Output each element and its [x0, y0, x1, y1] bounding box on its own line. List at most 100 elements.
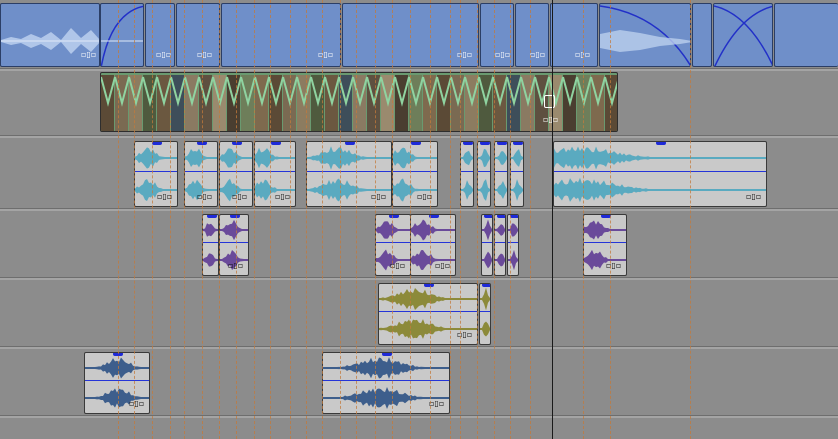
video-clip-strip[interactable]: ▫▯▫ — [100, 72, 618, 132]
effects-icon[interactable]: ▫▯▫ — [746, 192, 761, 201]
track-1-master-audio[interactable]: ▫▯▫ ▫▯▫ ▫▯▫ ▫▯▫ ▫▯▫ ▫▯▫ ▫▯▫ ▫▯▫ — [0, 0, 838, 68]
volume-envelope[interactable] — [255, 171, 295, 172]
volume-envelope[interactable] — [220, 242, 248, 243]
effects-icon[interactable]: ▫▯▫ — [606, 261, 621, 270]
timeline[interactable]: ▫▯▫ ▫▯▫ ▫▯▫ ▫▯▫ ▫▯▫ ▫▯▫ ▫▯▫ ▫▯▫ ▫▯▫ ▫▯▫ … — [0, 0, 838, 439]
effects-icon[interactable]: ▫▯▫ — [197, 50, 212, 59]
channel-center-line — [482, 260, 492, 261]
effects-icon[interactable]: ▫▯▫ — [530, 50, 545, 59]
top-audio-clip-crossfade[interactable] — [713, 3, 773, 67]
purple-audio-clip-2[interactable]: ▫▯▫ — [219, 214, 249, 276]
purple-audio-clip-8[interactable]: ▫▯▫ — [583, 214, 627, 276]
effects-icon[interactable]: ▫▯▫ — [417, 192, 432, 201]
volume-envelope[interactable] — [85, 380, 149, 381]
channel-center-line — [461, 158, 473, 159]
track-divider[interactable] — [0, 415, 838, 418]
channel-left — [554, 142, 766, 174]
top-audio-clip-tail[interactable] — [774, 3, 838, 67]
top-audio-clip-a[interactable]: ▫▯▫ — [0, 3, 100, 67]
clip-gain-handle[interactable] — [513, 142, 523, 145]
volume-envelope[interactable] — [480, 311, 490, 312]
clip-gain-handle[interactable] — [424, 284, 434, 287]
olive-audio-clip-2[interactable] — [479, 283, 491, 345]
effects-icon[interactable]: ▫▯▫ — [543, 115, 558, 124]
teal-audio-clip-11[interactable]: ▫▯▫ — [553, 141, 767, 207]
effects-icon[interactable]: ▫▯▫ — [575, 50, 590, 59]
effects-icon[interactable]: ▫▯▫ — [156, 50, 171, 59]
clip-gain-handle[interactable] — [230, 215, 240, 218]
clip-gain-handle[interactable] — [656, 142, 666, 145]
clip-gain-handle[interactable] — [484, 215, 492, 218]
channel-right — [495, 174, 507, 206]
channel-center-line — [584, 230, 626, 231]
cue-line — [254, 0, 256, 439]
volume-envelope[interactable] — [584, 242, 626, 243]
volume-envelope[interactable] — [482, 242, 492, 243]
effects-icon[interactable]: ▫▯▫ — [275, 192, 290, 201]
teal-audio-clip-2[interactable]: ▫▯▫ — [184, 141, 218, 207]
clip-gain-handle[interactable] — [271, 142, 281, 145]
clip-gain-handle[interactable] — [382, 353, 392, 356]
purple-audio-clip-1[interactable] — [202, 214, 219, 276]
volume-envelope[interactable] — [478, 171, 490, 172]
effects-icon[interactable]: ▫▯▫ — [81, 50, 96, 59]
clip-gain-handle[interactable] — [345, 142, 355, 145]
track-3-audio[interactable]: ▫▯▫ ▫▯▫ ▫▯▫ ▫▯▫ ▫▯▫ ▫▯▫ ▫▯▫ — [0, 138, 838, 208]
effects-icon[interactable]: ▫▯▫ — [197, 192, 212, 201]
cue-line — [460, 0, 462, 439]
volume-envelope[interactable] — [495, 242, 505, 243]
effects-icon[interactable]: ▫▯▫ — [435, 261, 450, 270]
channel-center-line — [461, 190, 473, 191]
volume-envelope[interactable] — [511, 171, 523, 172]
teal-audio-clip-7[interactable] — [460, 141, 474, 207]
purple-audio-clip-5[interactable] — [481, 214, 493, 276]
navy-audio-clip-1[interactable]: ▫▯▫ — [84, 352, 150, 414]
track-4-audio[interactable]: ▫▯▫ ▫▯▫ ▫▯▫ ▫▯▫ — [0, 211, 838, 277]
channel-center-line — [482, 230, 492, 231]
teal-audio-clip-10[interactable] — [510, 141, 524, 207]
crossfade-curve — [714, 5, 772, 66]
teal-audio-clip-8[interactable] — [477, 141, 491, 207]
top-audio-clip-g[interactable]: ▫▯▫ — [515, 3, 549, 67]
cue-line — [410, 0, 412, 439]
top-audio-clip-fade-in[interactable] — [100, 3, 144, 67]
channel-left — [461, 142, 473, 174]
cue-line — [450, 0, 452, 439]
clip-gain-handle[interactable] — [206, 215, 217, 218]
channel-right — [511, 174, 523, 206]
effects-icon[interactable]: ▫▯▫ — [232, 192, 247, 201]
purple-audio-clip-7[interactable] — [507, 214, 519, 276]
clip-gain-handle[interactable] — [411, 142, 421, 145]
top-audio-clip-h[interactable]: ▫▯▫ — [550, 3, 598, 67]
track-5-audio[interactable]: ▫▯▫ — [0, 280, 838, 346]
playhead[interactable] — [552, 0, 553, 439]
clip-gain-handle[interactable] — [389, 215, 399, 218]
volume-envelope[interactable] — [554, 171, 766, 172]
top-audio-clip-empty[interactable] — [692, 3, 712, 67]
volume-envelope[interactable] — [307, 171, 391, 172]
track-2-video[interactable]: ▫▯▫ — [0, 71, 838, 135]
effects-icon[interactable]: ▫▯▫ — [495, 50, 510, 59]
volume-envelope[interactable] — [203, 242, 218, 243]
top-audio-clip-fade-out[interactable] — [599, 3, 691, 67]
volume-envelope[interactable] — [185, 171, 217, 172]
effects-icon[interactable]: ▫▯▫ — [129, 399, 144, 408]
top-audio-clip-f[interactable]: ▫▯▫ — [480, 3, 514, 67]
clip-gain-handle[interactable] — [463, 142, 473, 145]
effects-icon[interactable]: ▫▯▫ — [371, 192, 386, 201]
clip-gain-handle[interactable] — [497, 215, 505, 218]
volume-envelope[interactable] — [461, 171, 473, 172]
teal-audio-clip-5[interactable]: ▫▯▫ — [306, 141, 392, 207]
clip-gain-handle[interactable] — [497, 142, 507, 145]
volume-envelope[interactable] — [495, 171, 507, 172]
effects-icon[interactable]: ▫▯▫ — [157, 192, 172, 201]
clip-gain-handle[interactable] — [482, 284, 490, 287]
clip-gain-handle[interactable] — [480, 142, 490, 145]
effects-icon[interactable]: ▫▯▫ — [318, 50, 333, 59]
channel-center-line — [185, 190, 217, 191]
top-audio-clip-c[interactable]: ▫▯▫ — [176, 3, 220, 67]
track-6-audio[interactable]: ▫▯▫ ▫▯▫ — [0, 349, 838, 415]
effects-icon[interactable]: ▫▯▫ — [228, 261, 243, 270]
volume-envelope[interactable] — [411, 242, 455, 243]
teal-audio-clip-9[interactable] — [494, 141, 508, 207]
